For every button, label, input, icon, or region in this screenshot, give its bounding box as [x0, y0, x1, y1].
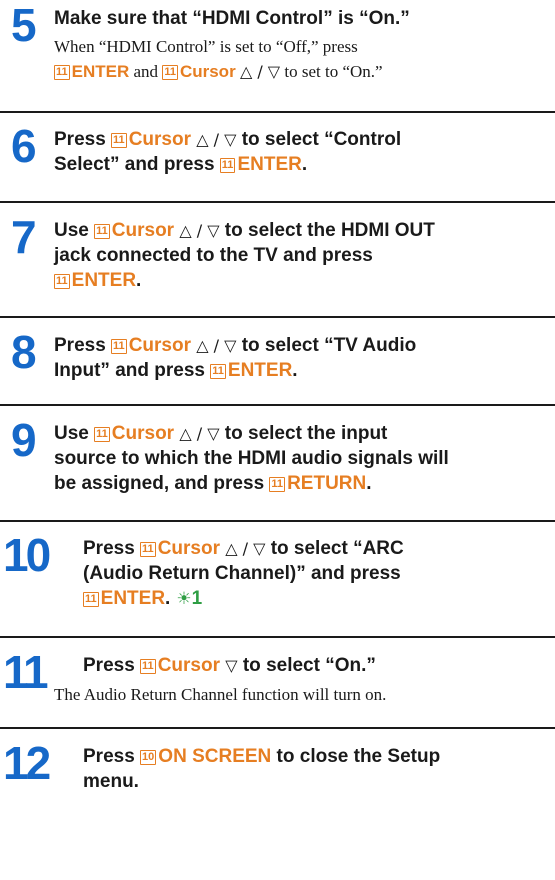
step-title-line: Use 11 Cursor △ / ▽ to select the input: [54, 423, 388, 444]
key-number-badge: 11: [54, 65, 70, 80]
key-number-badge: 11: [140, 542, 156, 557]
step-number: 12: [3, 737, 51, 789]
hint-reference-number[interactable]: 1: [192, 588, 203, 609]
step-body-line: When “HDMI Control” is set to “Off,” pre…: [54, 37, 358, 56]
cursor-key-label: Cursor: [111, 220, 175, 241]
step-title-line: be assigned, and press 11 RETURN.: [54, 473, 372, 494]
step-title: Make sure that “HDMI Control” is “On.”: [54, 8, 410, 29]
cursor-key-label: Cursor: [111, 423, 175, 444]
enter-key-label: ENTER: [71, 62, 130, 81]
up-down-arrow-icon: △ / ▽: [196, 336, 237, 355]
step-title-line: Select” and press 11 ENTER.: [54, 154, 308, 175]
divider: [0, 520, 555, 522]
step-number: 10: [3, 529, 51, 581]
on-screen-key-label: ON SCREEN: [158, 746, 272, 767]
step-title-line: menu.: [83, 771, 139, 792]
step-number: 7: [11, 211, 37, 263]
divider: [0, 636, 555, 638]
enter-key-label: ENTER: [237, 154, 302, 175]
key-number-badge: 11: [111, 339, 127, 354]
enter-key-label: ENTER: [227, 360, 293, 381]
step-body-line: The Audio Return Channel function will t…: [54, 685, 387, 704]
cursor-key-label: Cursor: [128, 129, 191, 150]
step-number: 11: [3, 646, 49, 698]
cursor-key-label: Cursor: [179, 62, 236, 81]
up-down-arrow-icon: △ / ▽: [239, 62, 281, 81]
step-title-line: Press 11 Cursor △ / ▽ to select “ARC: [83, 538, 404, 559]
key-number-badge: 11: [140, 659, 156, 674]
key-number-badge: 11: [219, 158, 236, 173]
up-down-arrow-icon: △ / ▽: [179, 424, 220, 443]
step-title-line: source to which the HDMI audio signals w…: [54, 448, 449, 469]
step-number: 9: [11, 414, 37, 466]
divider: [0, 316, 555, 318]
step-title-line: (Audio Return Channel)” and press: [83, 563, 401, 584]
key-number-badge: 10: [140, 750, 157, 765]
key-number-badge: 11: [162, 65, 178, 80]
key-number-badge: 11: [111, 133, 127, 148]
step-title-line: Press 11 Cursor ▽ to select “On.”: [83, 655, 376, 676]
step-number: 6: [11, 120, 37, 172]
cursor-key-label: Cursor: [157, 655, 220, 676]
key-number-badge: 11: [83, 592, 99, 607]
step-body-line: 11 ENTER and 11 Cursor △ / ▽ to set to “On…: [54, 62, 383, 81]
key-number-badge: 11: [54, 274, 70, 289]
key-number-badge: 11: [94, 427, 110, 442]
cursor-key-label: Cursor: [157, 538, 220, 559]
hint-bulb-icon[interactable]: ☀: [176, 589, 191, 609]
divider: [0, 404, 555, 406]
step-title-line: Press 11 Cursor △ / ▽ to select “Control: [54, 129, 402, 150]
divider: [0, 727, 555, 729]
up-down-arrow-icon: △ / ▽: [225, 539, 266, 558]
enter-key-label: ENTER: [71, 270, 137, 291]
return-key-label: RETURN: [287, 473, 367, 494]
step-number: 8: [11, 326, 37, 378]
divider: [0, 201, 555, 203]
step-title-line: Use 11 Cursor △ / ▽ to select the HDMI OU…: [54, 220, 435, 241]
step-title-line: 11 ENTER.: [54, 270, 142, 291]
key-number-badge: 11: [210, 364, 226, 379]
step-title-line: Input” and press 11 ENTER.: [54, 360, 298, 381]
step-title-line: jack connected to the TV and press: [54, 245, 373, 266]
key-number-badge: 11: [269, 477, 286, 492]
enter-key-label: ENTER: [100, 588, 166, 609]
step-title-line: Press 11 Cursor △ / ▽ to select “TV Audio: [54, 335, 417, 356]
up-down-arrow-icon: △ / ▽: [179, 221, 220, 240]
step-title-line: 11 ENTER. ☀1: [83, 588, 203, 609]
cursor-key-label: Cursor: [128, 335, 191, 356]
key-number-badge: 11: [94, 224, 110, 239]
step-number: 5: [11, 0, 37, 51]
up-down-arrow-icon: △ / ▽: [196, 130, 237, 149]
down-arrow-icon: ▽: [225, 656, 238, 675]
divider: [0, 111, 555, 113]
step-title-line: Press 10 ON SCREEN to close the Setup: [83, 746, 441, 767]
